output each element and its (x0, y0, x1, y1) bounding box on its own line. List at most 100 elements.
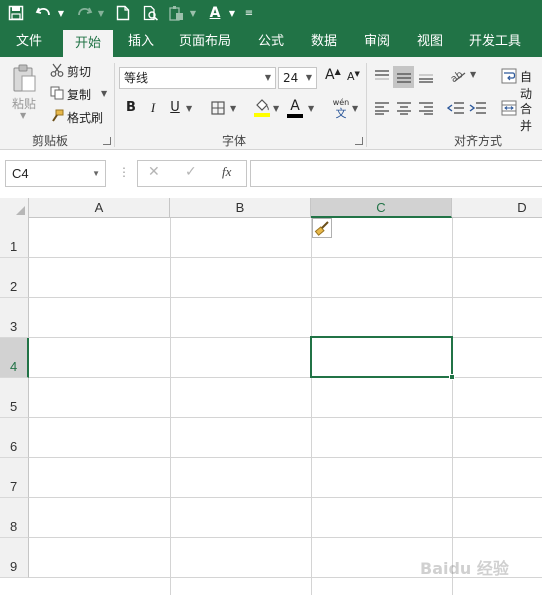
decrease-indent-icon[interactable] (446, 98, 466, 118)
grow-font-button[interactable]: A▲ (325, 67, 341, 83)
tab-file[interactable]: 文件 (6, 27, 52, 57)
align-top-icon[interactable] (372, 66, 392, 86)
gridline (452, 218, 453, 595)
undo-icon[interactable] (34, 2, 54, 24)
row-number: 4 (10, 359, 18, 374)
tab-view[interactable]: 视图 (409, 27, 451, 57)
wrap-text-icon[interactable] (500, 67, 518, 85)
ribbon-separator (114, 63, 115, 147)
paste-options-button[interactable] (312, 218, 332, 238)
row-header-4[interactable]: 4 (0, 338, 29, 378)
column-header-bar: A B C D (0, 198, 542, 218)
tab-home[interactable]: 开始 (63, 30, 113, 57)
row-header-9[interactable]: 9 (0, 538, 29, 578)
column-header-d[interactable]: D (452, 198, 542, 218)
borders-icon[interactable] (210, 100, 226, 116)
new-file-icon[interactable] (114, 2, 132, 24)
format-painter-button[interactable]: 格式刷 (67, 109, 103, 126)
font-launcher-icon[interactable] (355, 137, 363, 145)
row-header-8[interactable]: 8 (0, 498, 29, 538)
chevron-down-icon: ▼ (92, 169, 100, 178)
print-preview-icon[interactable] (142, 2, 160, 24)
fill-color-icon[interactable] (253, 97, 271, 119)
customize-icon[interactable]: ≡ (244, 2, 254, 24)
scissors-icon (49, 62, 65, 78)
cut-button[interactable]: 剪切 (67, 63, 91, 80)
select-all-button[interactable] (0, 198, 29, 218)
row-header-5[interactable]: 5 (0, 378, 29, 418)
underline-button[interactable]: U (167, 100, 183, 115)
phonetic-guide-icon[interactable]: wén 文 (328, 97, 354, 121)
borders-dropdown-icon[interactable]: ▼ (230, 104, 236, 113)
align-center-icon[interactable] (394, 98, 414, 118)
insert-function-icon[interactable]: fx (222, 164, 231, 180)
font-color-dropdown-icon[interactable]: ▼ (308, 104, 314, 113)
undo-dropdown-icon[interactable]: ▼ (56, 2, 66, 24)
cancel-icon[interactable]: ✕ (148, 164, 160, 180)
font-name-select[interactable]: 等线 ▼ (119, 67, 276, 89)
fill-handle[interactable] (449, 374, 455, 380)
row-header-2[interactable]: 2 (0, 258, 29, 298)
name-box[interactable]: C4 ▼ (5, 160, 106, 187)
merge-center-icon[interactable] (500, 99, 518, 117)
fill-color-swatch (254, 113, 270, 117)
row-header-3[interactable]: 3 (0, 298, 29, 338)
column-header-b[interactable]: B (170, 198, 311, 218)
tab-review[interactable]: 审阅 (356, 27, 398, 57)
clipboard-launcher-icon[interactable] (103, 137, 111, 145)
font-color-dropdown-icon[interactable]: ▼ (227, 2, 237, 24)
column-header-a[interactable]: A (29, 198, 170, 218)
tab-developer[interactable]: 开发工具 (462, 27, 528, 57)
row-number: 3 (10, 319, 18, 334)
font-size-select[interactable]: 24 ▼ (278, 67, 317, 89)
fill-color-dropdown-icon[interactable]: ▼ (273, 104, 279, 113)
redo-icon[interactable] (74, 2, 94, 24)
save-icon[interactable] (6, 2, 26, 24)
copy-button[interactable]: 复制 (67, 86, 91, 103)
row-number: 2 (10, 279, 18, 294)
row-number: 7 (10, 479, 18, 494)
row-header-1[interactable]: 1 (0, 218, 29, 258)
active-cell-c4[interactable] (310, 336, 453, 378)
tab-page-layout[interactable]: 页面布局 (172, 27, 238, 57)
row-number: 9 (10, 559, 18, 574)
underline-dropdown-icon[interactable]: ▼ (186, 104, 192, 113)
gridline (29, 457, 542, 458)
align-bottom-icon[interactable] (416, 66, 436, 86)
redo-dropdown-icon[interactable]: ▼ (96, 2, 106, 24)
row-header-6[interactable]: 6 (0, 418, 29, 458)
paste-icon[interactable] (166, 2, 186, 24)
align-middle-icon[interactable] (393, 66, 414, 88)
copy-dropdown-icon[interactable]: ▼ (101, 89, 107, 98)
resize-handle-icon[interactable]: ⋮ (118, 165, 130, 179)
increase-indent-icon[interactable] (468, 98, 488, 118)
align-right-icon[interactable] (416, 98, 436, 118)
align-left-icon[interactable] (372, 98, 392, 118)
font-color-button[interactable]: A (286, 97, 304, 119)
font-color-icon[interactable]: A (205, 2, 225, 24)
format-painter-icon (49, 108, 65, 124)
gridline (29, 257, 542, 258)
paste-label[interactable]: 粘贴 (12, 95, 36, 112)
italic-button[interactable]: I (145, 100, 161, 116)
row-header-7[interactable]: 7 (0, 458, 29, 498)
orientation-icon[interactable]: ab (448, 66, 468, 86)
shrink-font-button[interactable]: A▼ (347, 70, 360, 83)
orientation-dropdown-icon[interactable]: ▼ (470, 70, 476, 79)
enter-icon[interactable]: ✓ (185, 164, 197, 180)
paste-large-icon[interactable] (10, 63, 38, 93)
caret-up-icon: ▲ (334, 67, 341, 76)
wrap-text-button[interactable]: 自动 (520, 68, 542, 102)
font-name-value: 等线 (124, 71, 149, 85)
merge-center-button[interactable]: 合并 (520, 100, 542, 134)
formula-input[interactable] (250, 160, 542, 187)
tab-formulas[interactable]: 公式 (250, 27, 292, 57)
tab-data[interactable]: 数据 (303, 27, 345, 57)
alignment-group-label: 对齐方式 (454, 134, 503, 148)
paste-dropdown-icon[interactable]: ▼ (20, 111, 26, 120)
bold-button[interactable]: B (123, 100, 139, 115)
phonetic-dropdown-icon[interactable]: ▼ (352, 104, 358, 113)
paste-dropdown-icon[interactable]: ▼ (188, 2, 198, 24)
column-header-c[interactable]: C (311, 198, 452, 218)
tab-insert[interactable]: 插入 (120, 27, 162, 57)
